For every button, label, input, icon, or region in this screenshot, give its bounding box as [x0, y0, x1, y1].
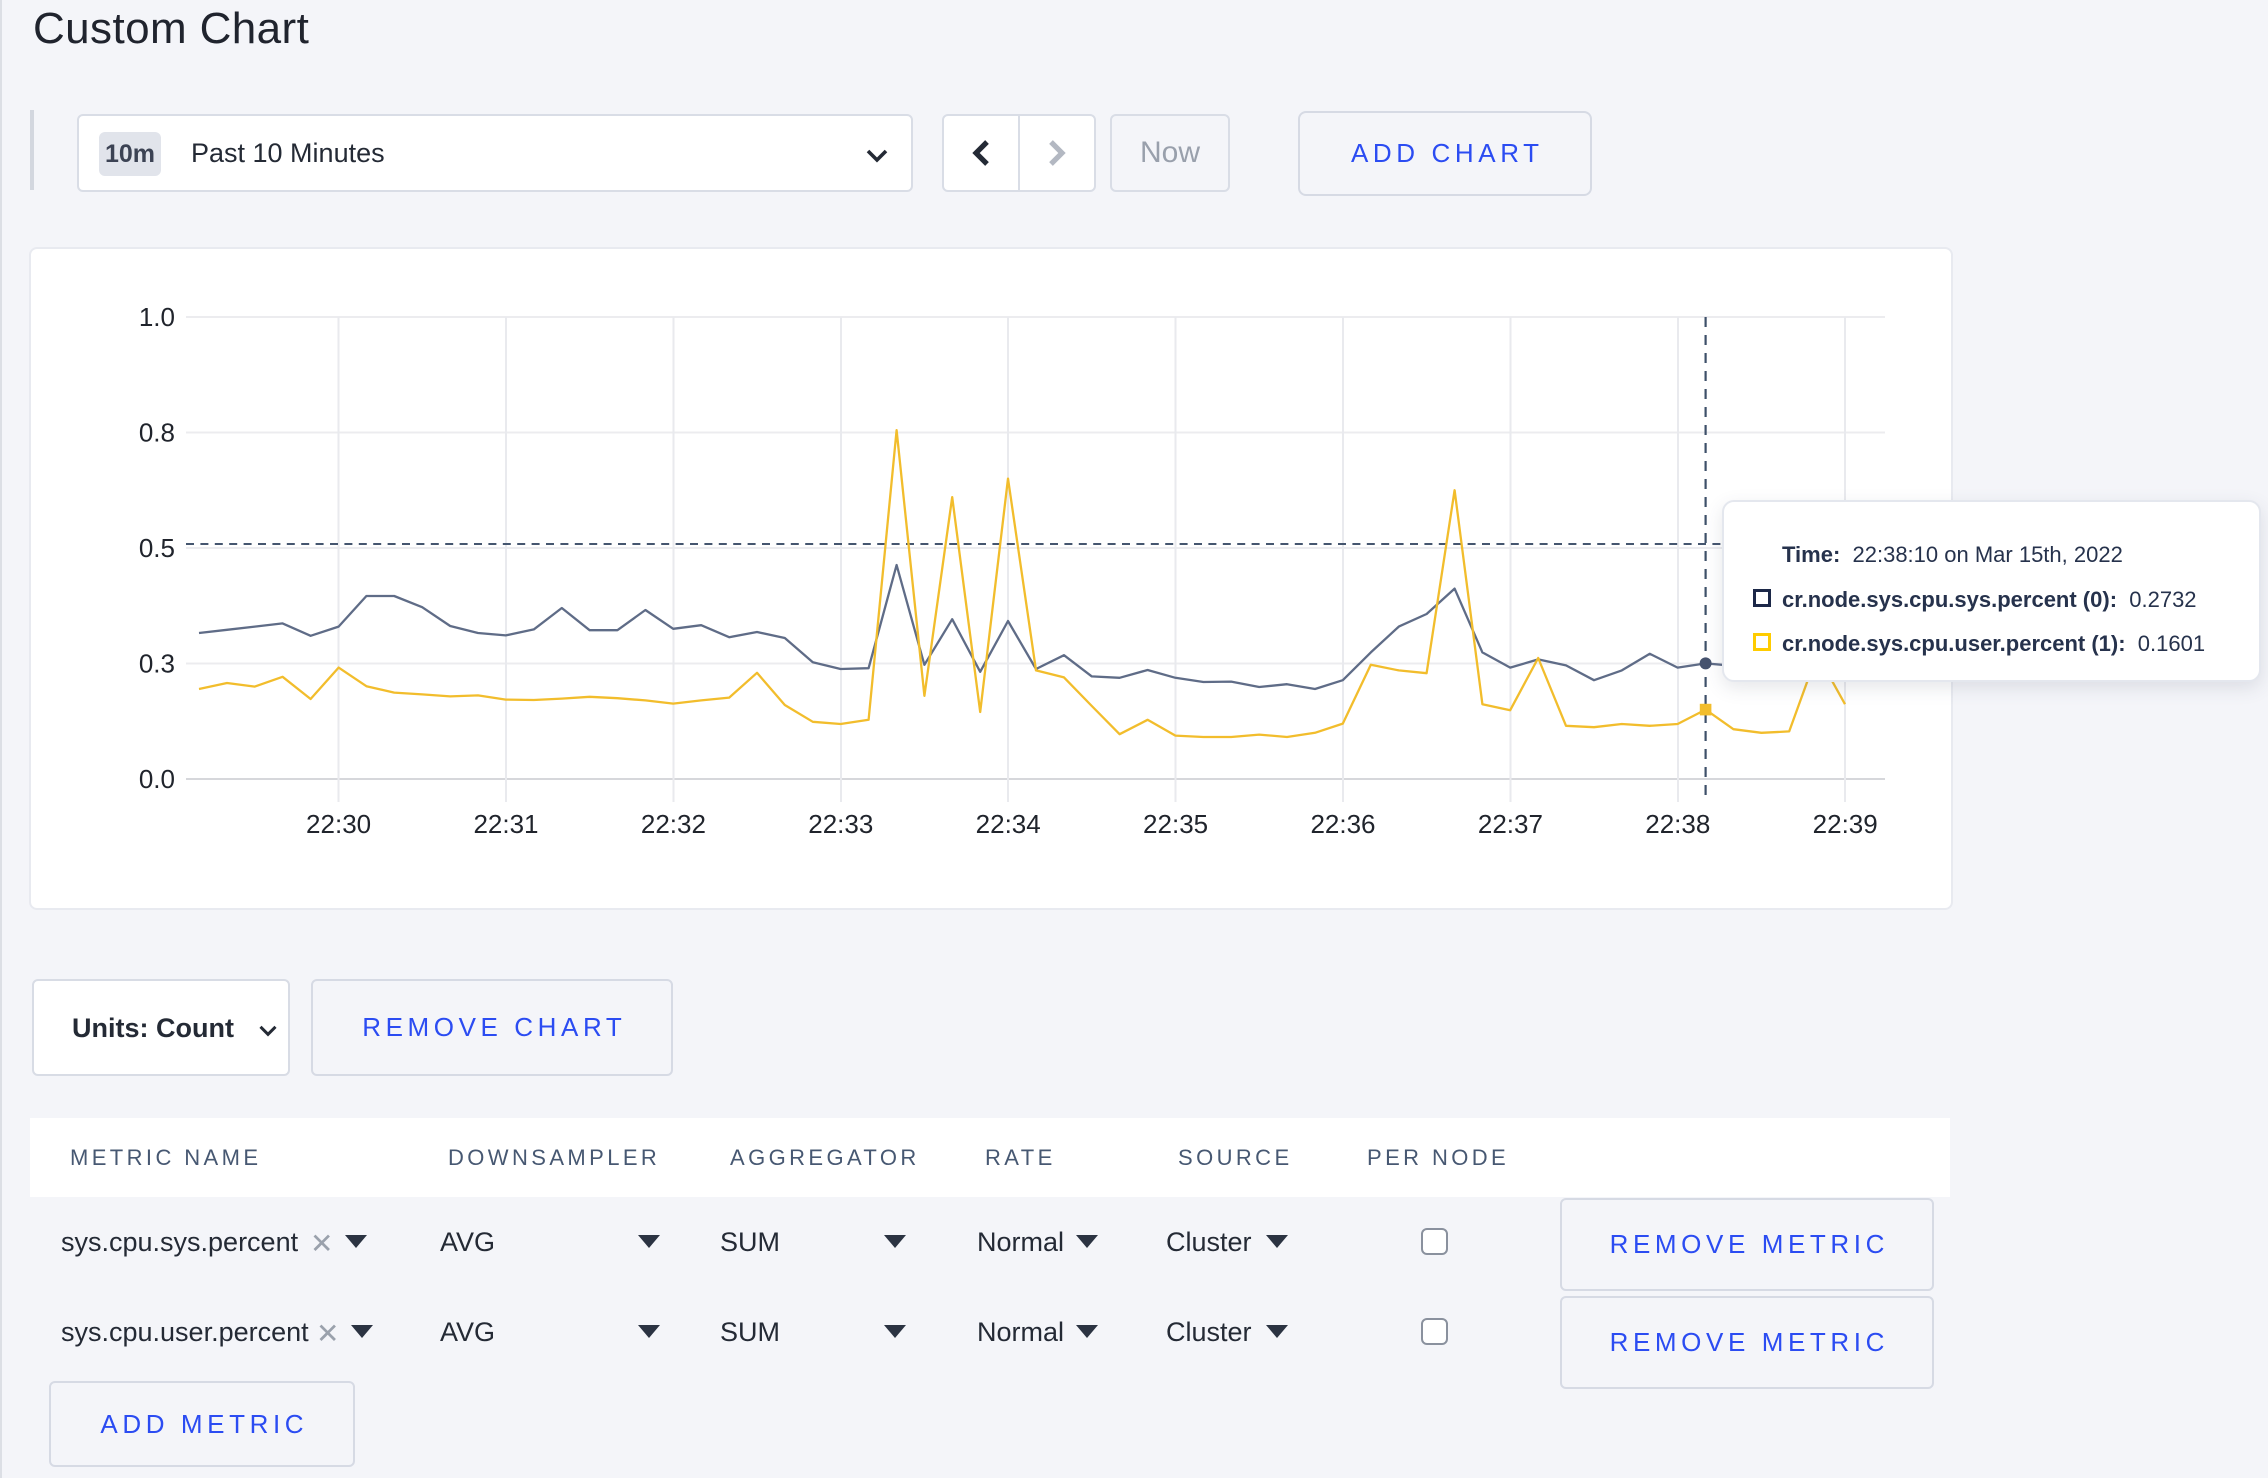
svg-text:0.0: 0.0 — [139, 764, 175, 794]
svg-text:22:31: 22:31 — [473, 809, 538, 839]
svg-text:22:39: 22:39 — [1813, 809, 1878, 839]
svg-text:22:35: 22:35 — [1143, 809, 1208, 839]
svg-text:0.8: 0.8 — [139, 418, 175, 448]
svg-text:22:33: 22:33 — [808, 809, 873, 839]
svg-text:22:37: 22:37 — [1478, 809, 1543, 839]
svg-text:22:34: 22:34 — [976, 809, 1041, 839]
svg-text:22:32: 22:32 — [641, 809, 706, 839]
svg-text:1.0: 1.0 — [139, 302, 175, 332]
svg-text:22:30: 22:30 — [306, 809, 371, 839]
svg-text:22:36: 22:36 — [1310, 809, 1375, 839]
svg-text:0.3: 0.3 — [139, 649, 175, 679]
svg-text:0.5: 0.5 — [139, 533, 175, 563]
svg-text:22:38: 22:38 — [1645, 809, 1710, 839]
